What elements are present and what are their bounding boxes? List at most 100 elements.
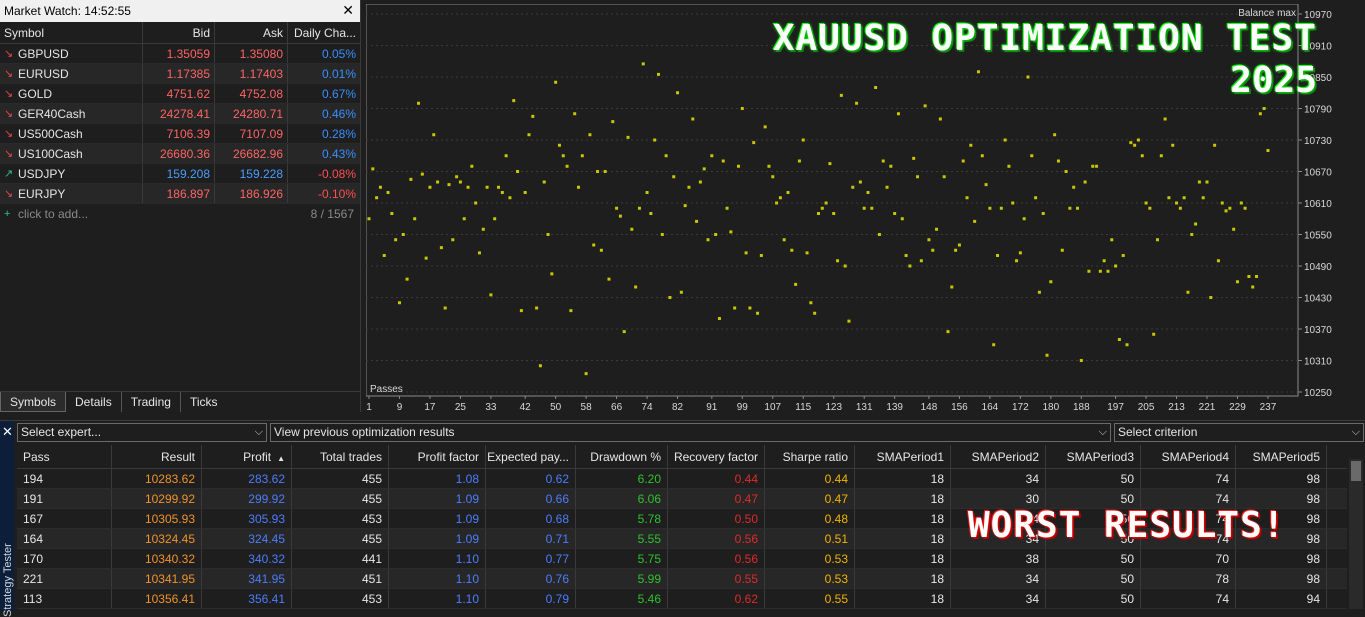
data-point [790, 248, 794, 252]
column-header-smaperiod2[interactable]: SMAPeriod2 [951, 445, 1046, 468]
data-point [1125, 343, 1129, 347]
data-point [1255, 275, 1259, 278]
select-criterion-dropdown[interactable]: Select criterion ⌵ [1114, 423, 1364, 442]
data-point [1220, 201, 1224, 205]
y-tick-label: 10670 [1304, 168, 1332, 179]
bid-cell: 4751.62 [143, 84, 215, 103]
data-point [820, 206, 824, 210]
table-cell: 50 [1046, 589, 1141, 608]
data-point [1163, 117, 1167, 121]
previous-results-dropdown[interactable]: View previous optimization results ⌵ [270, 423, 1111, 442]
table-row[interactable]: 221 10341.95 341.95 451 1.10 0.76 5.99 0.55 0.53… [17, 569, 1347, 589]
column-header-recovery-factor[interactable]: Recovery factor [668, 445, 765, 468]
table-row[interactable]: 194 10283.62 283.62 455 1.08 0.62 6.20 0.44 0.44… [17, 469, 1347, 489]
results-scrollbar[interactable] [1349, 459, 1363, 609]
column-header-daily-change[interactable]: Daily Cha... [288, 22, 360, 43]
data-point [569, 309, 573, 313]
table-cell: 10340.32 [112, 549, 202, 568]
plot-area [366, 4, 1299, 397]
data-point [1117, 338, 1121, 341]
column-header-drawdown[interactable]: Drawdown % [576, 445, 668, 468]
symbol-row[interactable]: ↗ USDJPY 159.208 159.228 -0.08% [0, 164, 360, 184]
table-row[interactable]: 113 10356.41 356.41 453 1.10 0.79 5.46 0.62 0.55… [17, 589, 1347, 609]
column-header-sharpe-ratio[interactable]: Sharpe ratio [765, 445, 855, 468]
ask-cell: 7107.09 [215, 124, 288, 143]
column-header-smaperiod4[interactable]: SMAPeriod4 [1141, 445, 1236, 468]
x-tick-label: 197 [1107, 402, 1124, 413]
ask-cell: 1.17403 [215, 64, 288, 83]
data-point [950, 285, 954, 289]
column-header-pass[interactable]: Pass [17, 445, 112, 468]
column-header-symbol[interactable]: Symbol [0, 22, 143, 43]
tab-trading[interactable]: Trading [122, 392, 181, 412]
column-header-profit[interactable]: Profit ▲ [202, 445, 292, 468]
data-point [1182, 196, 1186, 200]
symbol-row[interactable]: ↘ US500Cash 7106.39 7107.09 0.28% [0, 124, 360, 144]
daily-change-cell: 0.67% [321, 87, 356, 101]
table-cell: 1.09 [389, 529, 486, 548]
table-row[interactable]: 170 10340.32 340.32 441 1.10 0.77 5.75 0.56 0.53… [17, 549, 1347, 569]
column-header-smaperiod5[interactable]: SMAPeriod5 [1236, 445, 1327, 468]
x-tick-label: 99 [737, 402, 749, 413]
table-cell: 5.99 [576, 569, 668, 588]
table-cell: 10324.45 [112, 529, 202, 548]
tab-details[interactable]: Details [66, 392, 122, 412]
column-header-ask[interactable]: Ask [215, 22, 288, 43]
y-tick-label: 10550 [1304, 231, 1332, 242]
symbol-row[interactable]: ↘ EURJPY 186.897 186.926 -0.10% [0, 184, 360, 204]
data-point [889, 164, 893, 168]
data-point [1239, 201, 1243, 205]
data-point [1022, 217, 1026, 221]
column-header-expected-pay[interactable]: Expected pay... [486, 445, 576, 468]
symbol-row[interactable]: ↘ GER40Cash 24278.41 24280.71 0.46% [0, 104, 360, 124]
column-header-label: SMAPeriod5 [1252, 450, 1320, 464]
column-header-bid[interactable]: Bid [143, 22, 215, 43]
symbol-row[interactable]: ↘ GBPUSD 1.35059 1.35080 0.05% [0, 44, 360, 64]
data-point [634, 285, 638, 289]
x-tick-label: 33 [485, 402, 497, 413]
tab-ticks[interactable]: Ticks [181, 392, 227, 412]
data-point [717, 317, 721, 320]
data-point [980, 154, 984, 158]
add-symbol-row[interactable]: + click to add... 8 / 1567 [0, 204, 360, 224]
optimization-scatter-chart[interactable]: 1097010910108501079010730106701061010550… [366, 4, 1363, 414]
data-point [752, 141, 756, 145]
data-point [1197, 180, 1201, 184]
data-point [443, 306, 447, 310]
data-point [428, 185, 432, 189]
column-header-result[interactable]: Result [112, 445, 202, 468]
symbol-row[interactable]: ↘ GOLD 4751.62 4752.08 0.67% [0, 84, 360, 104]
x-tick-label: 156 [951, 402, 968, 413]
column-header-total-trades[interactable]: Total trades [292, 445, 389, 468]
column-header-smaperiod1[interactable]: SMAPeriod1 [855, 445, 951, 468]
table-cell: 221 [17, 569, 112, 588]
symbol-cell: ↗ USDJPY [0, 164, 143, 183]
scrollbar-thumb[interactable] [1351, 461, 1361, 481]
data-point [538, 364, 542, 368]
symbol-row[interactable]: ↘ US100Cash 26680.36 26682.96 0.43% [0, 144, 360, 164]
ask-cell: 159.228 [215, 164, 288, 183]
data-point [935, 227, 939, 231]
close-icon[interactable]: ✕ [2, 424, 13, 440]
table-cell: 455 [292, 469, 389, 488]
select-expert-dropdown[interactable]: Select expert... ⌵ [17, 423, 267, 442]
data-point [424, 256, 428, 260]
close-icon[interactable]: ✕ [342, 2, 354, 19]
symbol-row[interactable]: ↘ EURUSD 1.17385 1.17403 0.01% [0, 64, 360, 84]
arrow-down-right-icon: ↘ [4, 128, 14, 140]
tab-symbols[interactable]: Symbols [0, 392, 67, 412]
data-point [763, 125, 767, 129]
table-cell: 98 [1236, 549, 1327, 568]
data-point [508, 196, 512, 200]
data-point [1034, 196, 1038, 200]
column-header-smaperiod3[interactable]: SMAPeriod3 [1046, 445, 1141, 468]
data-point [1079, 359, 1083, 362]
data-point [1136, 138, 1140, 142]
column-header-profit-factor[interactable]: Profit factor [389, 445, 486, 468]
data-point [725, 206, 729, 210]
daily-change-cell: 0.46% [321, 107, 356, 121]
data-point [1167, 196, 1171, 200]
table-cell: 5.78 [576, 509, 668, 528]
previous-results-label: View previous optimization results [274, 425, 455, 439]
data-point [961, 159, 965, 163]
